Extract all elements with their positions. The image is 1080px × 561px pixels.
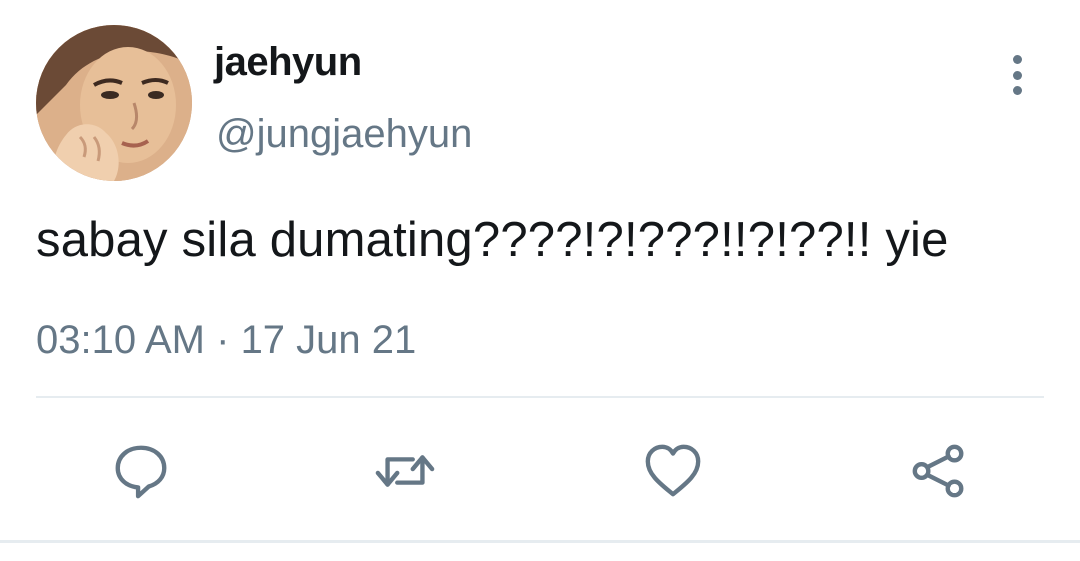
retweet-icon — [375, 455, 435, 487]
avatar-photo — [36, 25, 192, 181]
more-options-icon[interactable] — [1000, 55, 1034, 95]
timestamp[interactable]: 03:10 AM · 17 Jun 21 — [36, 318, 416, 363]
more-dot — [1012, 70, 1022, 80]
reply-icon — [115, 445, 167, 499]
share-icon — [912, 444, 964, 498]
tweet-time: 03:10 AM — [36, 318, 206, 362]
timestamp-separator: · — [205, 318, 241, 362]
divider — [36, 396, 1044, 398]
avatar[interactable] — [36, 25, 192, 181]
more-dot — [1012, 55, 1022, 64]
tweet-detail: jaehyun @jungjaehyun sabay sila dumating… — [0, 0, 1080, 561]
reply-button[interactable] — [108, 438, 174, 504]
share-button[interactable] — [906, 438, 972, 504]
tweet-date: 17 Jun 21 — [240, 318, 417, 362]
tweet-text: sabay sila dumating????!?!???!!?!??!! yi… — [36, 213, 949, 267]
more-dot — [1012, 86, 1022, 95]
like-icon — [645, 444, 701, 497]
retweet-button[interactable] — [372, 438, 438, 504]
divider — [0, 540, 1080, 543]
like-button[interactable] — [640, 438, 706, 504]
display-name[interactable]: jaehyun — [214, 40, 362, 85]
user-handle[interactable]: @jungjaehyun — [216, 112, 472, 157]
